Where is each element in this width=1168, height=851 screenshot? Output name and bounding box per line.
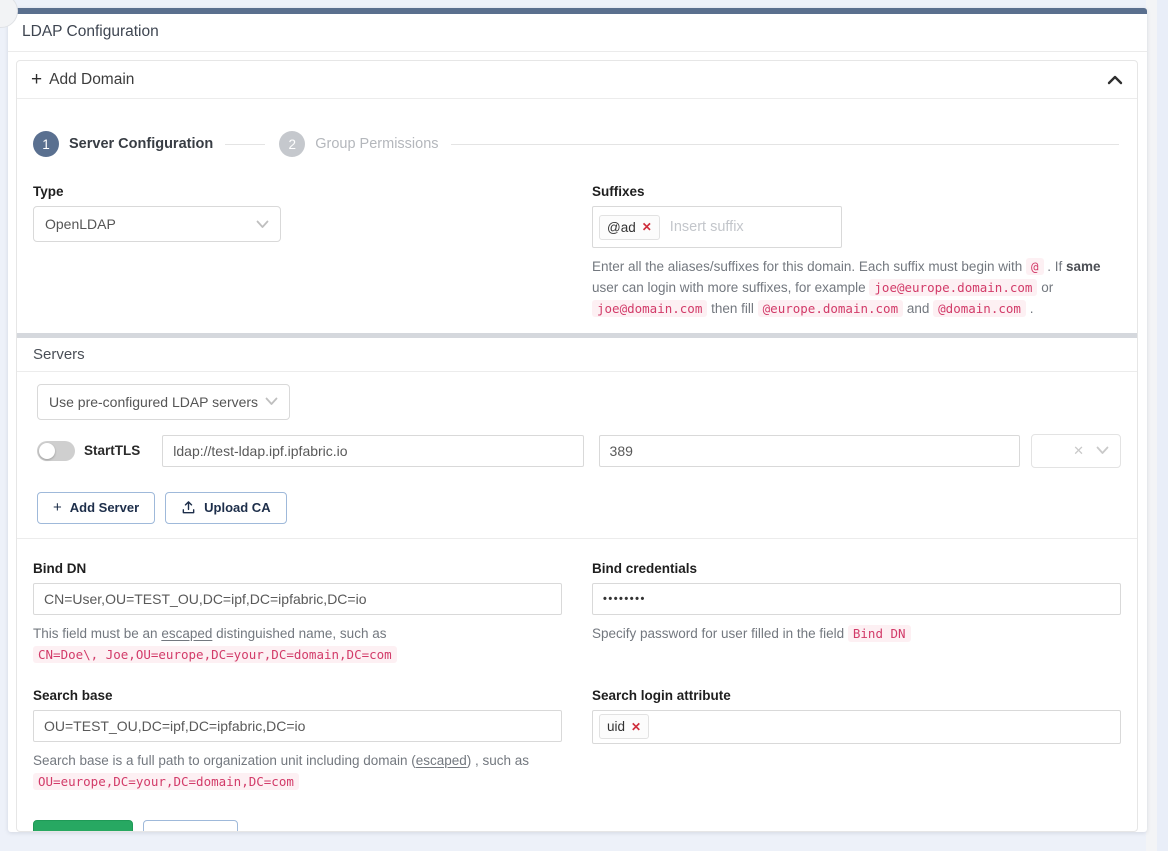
chevron-down-icon [265, 397, 278, 406]
add-server-button[interactable]: + Add Server [37, 492, 155, 524]
confirm-label: Confirm [67, 829, 117, 832]
suffixes-input-box[interactable]: @ad ✕ [592, 206, 842, 248]
ldap-configuration-card: LDAP Configuration + Add Domain 1 Server… [8, 8, 1147, 832]
confirm-button[interactable]: ✓ Confirm [33, 820, 133, 832]
search-login-attribute-label: Search login attribute [592, 688, 1121, 703]
suffixes-label: Suffixes [592, 184, 1121, 199]
servers-mode-value: Use pre-configured LDAP servers [49, 394, 265, 410]
bind-dn-label: Bind DN [33, 561, 562, 576]
step-1-label: Server Configuration [69, 136, 213, 152]
server-port-input[interactable] [599, 435, 1020, 467]
page-gutter [1146, 0, 1168, 851]
bind-credentials-label: Bind credentials [592, 561, 1121, 576]
close-icon: ✕ [159, 829, 172, 832]
suffix-tag-remove-icon[interactable]: ✕ [642, 220, 652, 234]
bind-row: Bind DN This field must be an escaped di… [17, 561, 1137, 666]
server-url-input[interactable] [162, 435, 583, 467]
search-base-field: Search base Search base is a full path t… [33, 688, 562, 793]
server-extra-select[interactable]: ✕ [1031, 434, 1121, 468]
starttls-toggle[interactable] [37, 441, 75, 461]
server-buttons: + Add Server Upload CA [37, 492, 1121, 524]
steps: 1 Server Configuration 2 Group Permissio… [17, 131, 1137, 157]
add-domain-title: Add Domain [49, 71, 134, 89]
login-attribute-tag: uid ✕ [599, 714, 649, 739]
type-suffixes-row: Type OpenLDAP Suffixes @ad ✕ [17, 184, 1137, 320]
bind-dn-input[interactable] [33, 583, 562, 615]
login-attribute-tag-remove-icon[interactable]: ✕ [631, 720, 641, 734]
step-1-circle: 1 [33, 131, 59, 157]
upload-icon [181, 500, 196, 515]
search-row: Search base Search base is a full path t… [17, 688, 1137, 793]
add-domain-header[interactable]: + Add Domain [17, 61, 1137, 99]
chevron-down-icon [256, 220, 269, 229]
step-tail-line [451, 144, 1119, 145]
bind-dn-help: This field must be an escaped distinguis… [33, 624, 562, 666]
form-actions: ✓ Confirm ✕ Cancel [17, 820, 1137, 832]
page-title: LDAP Configuration [8, 14, 1147, 52]
cancel-label: Cancel [179, 829, 222, 832]
suffixes-field: Suffixes @ad ✕ Enter all the aliases/suf… [592, 184, 1121, 320]
chevron-down-icon [1096, 446, 1109, 455]
step-server-configuration[interactable]: 1 Server Configuration [33, 131, 279, 157]
add-domain-body: 1 Server Configuration 2 Group Permissio… [17, 99, 1137, 832]
step-group-permissions[interactable]: 2 Group Permissions [279, 131, 1121, 157]
step-2-circle: 2 [279, 131, 305, 157]
collapse-button[interactable] [1107, 74, 1123, 86]
step-2-label: Group Permissions [315, 136, 438, 152]
suffixes-help: Enter all the aliases/suffixes for this … [592, 257, 1121, 320]
add-server-label: Add Server [70, 500, 139, 515]
search-login-attribute-box[interactable]: uid ✕ [592, 710, 1121, 744]
clear-icon[interactable]: ✕ [1073, 443, 1084, 459]
bind-credentials-field: Bind credentials Specify password for us… [592, 561, 1121, 666]
search-base-input[interactable] [33, 710, 562, 742]
suffix-tag-text: @ad [607, 220, 636, 235]
upload-ca-button[interactable]: Upload CA [165, 492, 286, 524]
upload-ca-label: Upload CA [204, 500, 270, 515]
plus-icon: + [31, 70, 42, 89]
check-icon: ✓ [49, 830, 59, 832]
search-base-help: Search base is a full path to organizati… [33, 751, 562, 793]
server-row: StartTLS ✕ [37, 434, 1121, 468]
bind-dn-field: Bind DN This field must be an escaped di… [33, 561, 562, 666]
toggle-knob [39, 443, 55, 459]
type-label: Type [33, 184, 562, 199]
type-select[interactable]: OpenLDAP [33, 206, 281, 242]
suffix-input[interactable] [670, 219, 835, 235]
servers-section-title: Servers [17, 338, 1137, 372]
bind-credentials-help: Specify password for user filled in the … [592, 624, 1121, 645]
bind-credentials-input[interactable] [592, 583, 1121, 615]
search-login-attribute-field: Search login attribute uid ✕ [592, 688, 1121, 793]
suffix-tag: @ad ✕ [599, 215, 660, 240]
servers-mode-select[interactable]: Use pre-configured LDAP servers [37, 384, 290, 420]
add-domain-panel: + Add Domain 1 Server Configuration 2 Gr… [16, 60, 1138, 832]
chevron-up-icon [1107, 74, 1123, 86]
servers-section-body: Use pre-configured LDAP servers StartTLS… [17, 372, 1137, 539]
plus-icon: + [53, 500, 62, 515]
type-field: Type OpenLDAP [33, 184, 562, 320]
login-attribute-tag-text: uid [607, 719, 625, 734]
type-select-value: OpenLDAP [45, 216, 256, 232]
step-connector [225, 144, 265, 145]
search-base-label: Search base [33, 688, 562, 703]
cancel-button[interactable]: ✕ Cancel [143, 820, 238, 832]
starttls-label: StartTLS [84, 443, 140, 458]
